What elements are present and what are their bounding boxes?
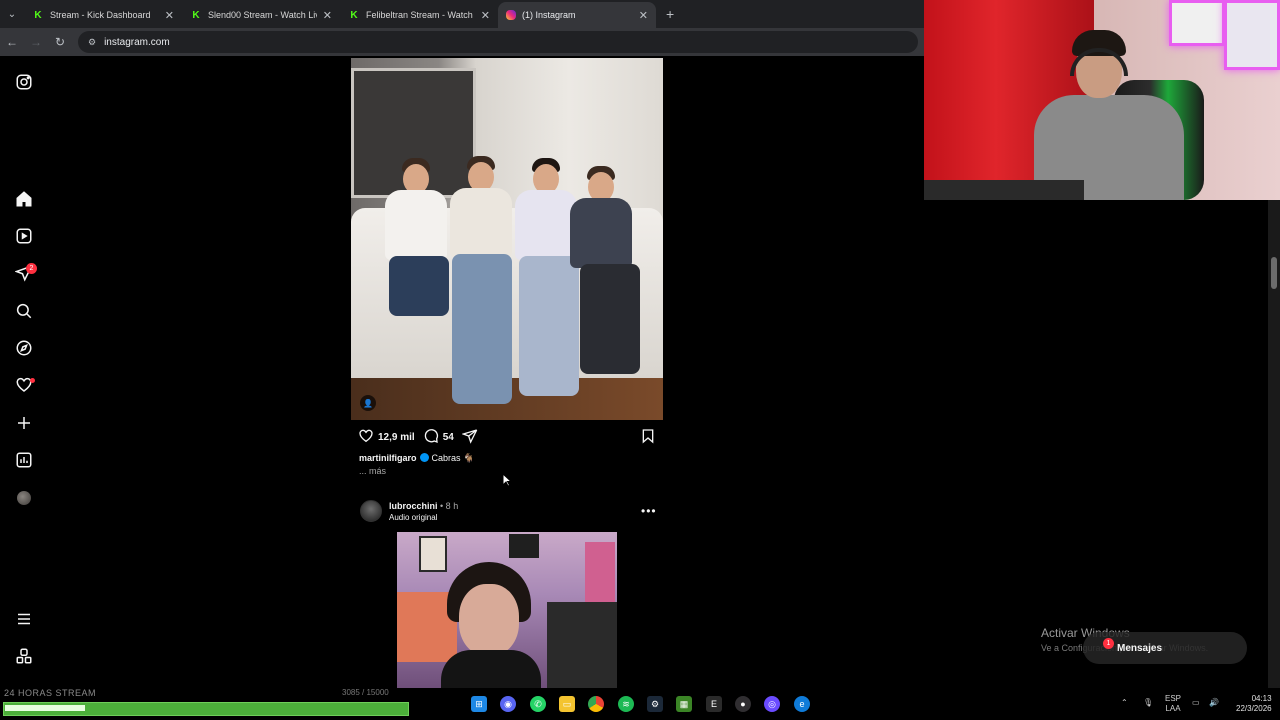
instagram-icon [506,10,516,20]
post-options-button[interactable]: ••• [641,504,657,518]
notification-badge: 2 [26,263,37,274]
share-icon[interactable] [461,428,478,447]
close-tab-icon[interactable]: ✕ [481,9,490,22]
webcam-overlay [924,0,1280,200]
file-explorer-icon[interactable]: ▭ [559,696,575,712]
caption-text: Cabras 🐐 [431,453,475,463]
spotify-icon[interactable]: ≋ [618,696,634,712]
reload-button[interactable]: ↻ [48,35,72,49]
minecraft-icon[interactable]: ▦ [676,696,692,712]
home-icon[interactable] [14,189,34,209]
more-apps-icon[interactable] [14,646,34,666]
post-time: • 8 h [440,501,459,511]
tab-instagram[interactable]: (1) Instagram ✕ [498,2,656,28]
browser-nav-bar: ← → ↻ ⚙ instagram.com [0,28,924,56]
tray-chevron-icon[interactable]: ⌃ [1121,698,1128,707]
obs-icon[interactable]: ● [735,696,751,712]
tab-slend00[interactable]: K Slend00 Stream - Watch Live o ✕ [182,2,340,28]
caption-username[interactable]: martinilfigaro [359,453,417,463]
kick-icon: K [350,9,358,21]
verified-badge-icon [419,453,429,462]
volume-icon[interactable]: 🔊 [1209,698,1219,707]
close-tab-icon[interactable]: ✕ [165,9,174,22]
stream-goal-label: 24 HORAS STREAM [4,688,97,698]
start-icon[interactable]: ⊞ [471,696,487,712]
search-icon[interactable] [14,301,34,321]
new-tab-button[interactable]: + [666,6,674,22]
like-count[interactable]: 12,9 mil [378,432,415,443]
notification-dot [30,378,35,383]
tagged-users-icon[interactable]: 👤 [360,395,376,411]
scrollbar-thumb[interactable] [1271,257,1277,289]
site-info-icon[interactable]: ⚙ [88,37,96,48]
kick-icon: K [192,9,200,21]
menu-icon[interactable] [14,609,34,629]
tab-kick-dashboard[interactable]: K Stream - Kick Dashboard ✕ [24,2,182,28]
more-link[interactable]: ... más [359,466,386,476]
url-text: instagram.com [104,36,170,48]
post-video[interactable] [351,532,663,688]
mouse-cursor-icon [502,472,513,492]
close-tab-icon[interactable]: ✕ [639,9,648,22]
post-image[interactable] [351,58,663,420]
comment-count[interactable]: 54 [443,432,454,443]
tab-search-button[interactable]: ⌄ [0,0,24,28]
address-bar[interactable]: ⚙ instagram.com [78,31,918,53]
browser-tab-bar: ⌄ K Stream - Kick Dashboard ✕ K Slend00 … [0,0,924,28]
steam-icon[interactable]: ⚙ [647,696,663,712]
language-indicator[interactable]: ESP LAA [1165,694,1181,714]
monitor-icon[interactable]: ▭ [1192,698,1200,707]
post-audio-link[interactable]: Audio original [389,513,437,522]
microphone-icon[interactable]: 🎙 [1143,698,1153,707]
back-button[interactable]: ← [0,35,24,49]
edge-icon[interactable]: e [794,696,810,712]
dashboard-icon[interactable] [14,450,34,470]
epic-games-icon[interactable]: E [706,696,722,712]
kick-icon: K [34,9,42,21]
messages-badge: 1 [1103,638,1114,649]
forward-button[interactable]: → [24,35,48,49]
create-icon[interactable] [14,413,34,433]
profile-avatar[interactable] [17,491,31,505]
discord-icon[interactable]: ◉ [500,696,516,712]
like-icon[interactable] [358,428,374,447]
post-author-avatar[interactable] [360,500,382,522]
post-author: lubrocchini • 8 h [389,501,458,511]
save-icon[interactable] [640,428,656,449]
comment-icon[interactable] [423,428,439,447]
whatsapp-icon[interactable]: ✆ [530,696,546,712]
taskbar-clock[interactable]: 04:13 22/3/2026 [1236,694,1272,714]
post-caption: martinilfigaro Cabras 🐐 [359,453,474,464]
post-author-username[interactable]: lubrocchini [389,501,438,511]
tab-felibeltran[interactable]: K Felibeltran Stream - Watch Live ✕ [340,2,498,28]
messages-label: Mensajes [1117,642,1163,654]
close-tab-icon[interactable]: ✕ [323,9,332,22]
stream-goal-fill [5,705,85,711]
chrome-icon[interactable] [588,696,604,712]
reels-icon[interactable] [14,226,34,246]
post-actions: 12,9 mil 54 [358,428,658,446]
stream-goal-count: 3085 / 15000 [342,688,389,697]
explore-icon[interactable] [14,338,34,358]
instagram-logo-icon[interactable] [14,72,34,92]
app-icon[interactable]: ◎ [764,696,780,712]
